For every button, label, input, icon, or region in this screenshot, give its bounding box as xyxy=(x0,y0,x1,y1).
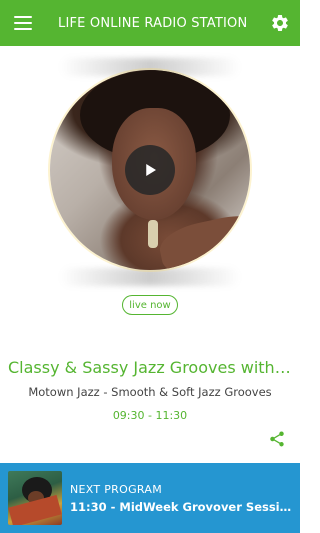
hamburger-menu-icon xyxy=(14,16,32,30)
share-button[interactable] xyxy=(266,428,288,450)
next-program-name: 11:30 - MidWeek Grovover Sessions wi... xyxy=(70,499,298,514)
next-program-label: NEXT PROGRAM xyxy=(70,482,163,496)
show-time: 09:30 - 11:30 xyxy=(112,409,188,422)
gear-icon xyxy=(272,14,288,31)
play-icon xyxy=(146,164,156,176)
show-subtitle: Motown Jazz - Smooth & Soft Jazz Grooves xyxy=(28,385,272,399)
play-button[interactable] xyxy=(125,145,175,195)
next-program-thumbnail xyxy=(8,471,62,525)
settings-button[interactable] xyxy=(260,0,300,46)
show-title: Classy & Sassy Jazz Grooves with La... xyxy=(8,358,300,377)
blurred-background-text xyxy=(60,268,240,286)
next-program-bar[interactable]: NEXT PROGRAM 11:30 - MidWeek Grovover Se… xyxy=(0,463,300,533)
app-title: LIFE ONLINE RADIO STATION xyxy=(58,15,248,31)
app-bar: LIFE ONLINE RADIO STATION xyxy=(0,0,300,46)
share-icon xyxy=(270,431,284,447)
menu-button[interactable] xyxy=(0,0,46,46)
live-now-badge: live now xyxy=(122,295,178,315)
next-program-info: NEXT PROGRAM 11:30 - MidWeek Grovover Se… xyxy=(70,483,298,514)
